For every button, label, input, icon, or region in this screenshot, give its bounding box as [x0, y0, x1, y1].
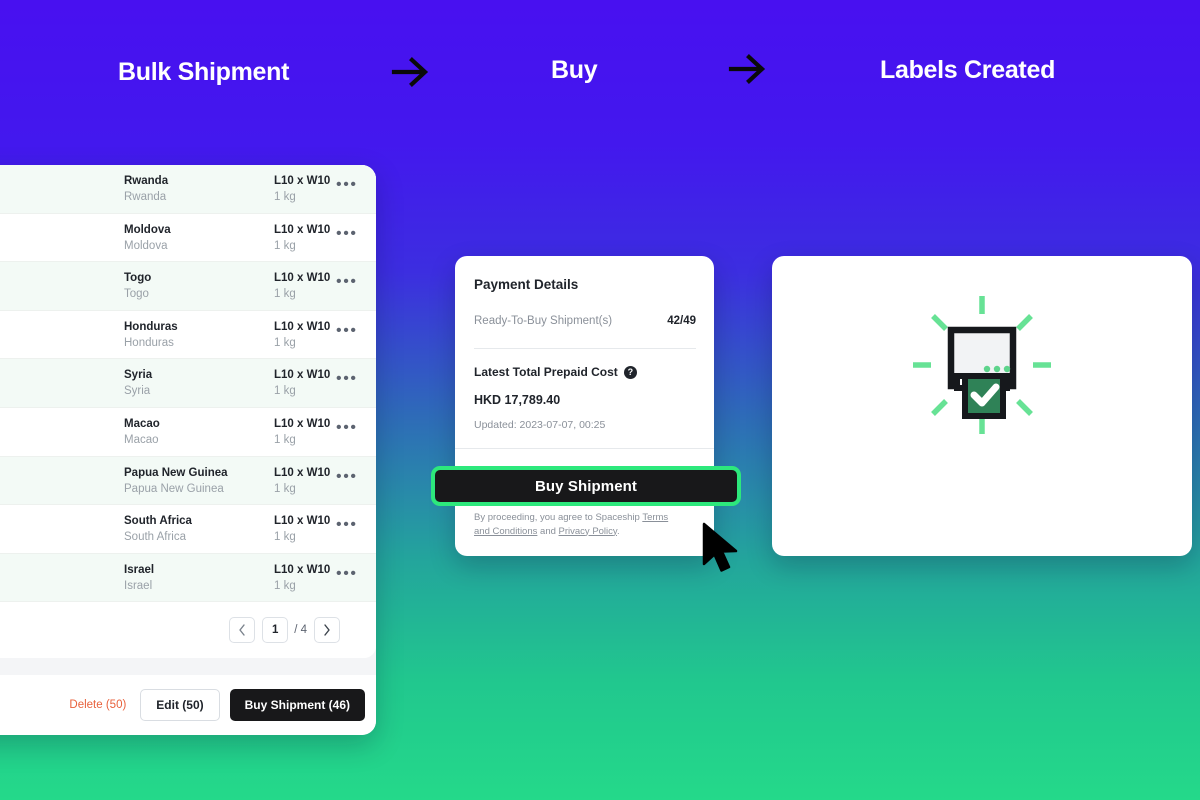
buy-shipment-button[interactable]: Buy Shipment	[431, 466, 741, 506]
edit-button[interactable]: Edit (50)	[140, 689, 220, 721]
row-destination-sub: Syria	[124, 385, 151, 398]
terms-prefix: By proceeding, you agree to Spaceship	[474, 512, 643, 523]
prepaid-cost-label: Latest Total Prepaid Cost	[474, 365, 618, 379]
table-row[interactable]: Rwanda Rwanda L10 x W10 1 kg •••	[0, 165, 376, 214]
row-destination: Moldova Moldova	[124, 222, 264, 254]
prepaid-cost-row: Latest Total Prepaid Cost ?	[474, 365, 637, 379]
terms-suffix: .	[616, 525, 620, 537]
row-overflow-menu-icon[interactable]: •••	[336, 274, 358, 295]
table-row[interactable]: Papua New Guinea Papua New Guinea L10 x W1…	[0, 456, 376, 506]
chevron-left-icon	[239, 624, 245, 636]
row-destination-sub: Moldova	[124, 239, 168, 252]
row-destination-sub: Macao	[124, 433, 159, 446]
step-label-bulk-shipment: Bulk Shipment	[118, 58, 290, 86]
terms-disclaimer: By proceeding, you agree to Spaceship Te…	[474, 511, 684, 538]
payment-details-title: Payment Details	[474, 277, 579, 292]
privacy-policy-link[interactable]: Privacy Policy	[559, 526, 617, 537]
pagination: 1 / 4	[0, 602, 376, 658]
shipment-table-card: Rwanda Rwanda L10 x W10 1 kg ••• Moldova Moldo…	[0, 165, 376, 658]
row-destination: Israel Israel	[124, 562, 264, 594]
table-row[interactable]: Honduras Honduras L10 x W10 1 kg •••	[0, 310, 376, 360]
ready-to-buy-label: Ready-To-Buy Shipment(s)	[474, 315, 613, 327]
row-destination: Papua New Guinea Papua New Guinea	[124, 465, 264, 497]
updated-timestamp: Updated: 2023-07-07, 00:25	[474, 419, 606, 431]
row-overflow-menu-icon[interactable]: •••	[336, 322, 358, 344]
labels-created-card: 21/49 Labels Created Payment successful.…	[772, 256, 1192, 556]
table-row[interactable]: Israel Israel L10 x W10 1 kg •••	[0, 553, 376, 603]
row-destination-main: Togo	[124, 272, 152, 285]
row-overflow-menu-icon[interactable]: •••	[336, 565, 358, 587]
row-destination-main: Israel	[124, 563, 155, 576]
row-destination: South Africa South Africa	[124, 513, 264, 545]
table-row[interactable]: Syria Syria L10 x W10 1 kg •••	[0, 359, 376, 408]
row-destination-main: Macao	[124, 417, 160, 430]
row-overflow-menu-icon[interactable]: •••	[336, 517, 358, 538]
pagination-prev-button[interactable]	[229, 617, 256, 643]
divider	[474, 348, 696, 349]
delete-button[interactable]: Delete (50)	[65, 693, 130, 717]
ready-to-buy-row: Ready-To-Buy Shipment(s) 42/49	[474, 315, 696, 327]
printer-label-success-icon	[772, 290, 1192, 440]
row-overflow-menu-icon[interactable]: •••	[336, 419, 358, 441]
row-destination-sub: Togo	[124, 288, 149, 301]
row-overflow-menu-icon[interactable]: •••	[336, 225, 358, 247]
row-destination-main: Honduras	[124, 320, 178, 333]
row-destination-main: South Africa	[124, 515, 192, 528]
row-destination-sub: Rwanda	[124, 191, 167, 203]
row-destination: Rwanda Rwanda	[124, 173, 264, 205]
pagination-page-input[interactable]: 1	[262, 617, 289, 643]
pagination-total-pages: / 4	[294, 624, 307, 636]
help-icon[interactable]: ?	[623, 365, 637, 379]
row-destination-sub: South Africa	[124, 531, 187, 544]
terms-middle: and	[537, 525, 559, 537]
table-row[interactable]: Moldova Moldova L10 x W10 1 kg •••	[0, 213, 376, 263]
row-destination-main: Moldova	[124, 223, 171, 236]
row-destination-sub: Honduras	[124, 336, 174, 349]
table-row[interactable]: Togo Togo L10 x W10 1 kg •••	[0, 262, 376, 311]
row-destination-sub: Israel	[124, 579, 153, 592]
arrow-right-icon	[390, 55, 432, 89]
chevron-right-icon	[324, 624, 330, 636]
steps-header: Bulk Shipment Buy Labels Created	[0, 0, 1200, 150]
arrow-right-icon	[727, 52, 769, 86]
promo-canvas: Bulk Shipment Buy Labels Created Rwanda R…	[0, 0, 1200, 800]
bulk-panel-footer: Delete (50) Edit (50) Buy Shipment (46)	[0, 675, 376, 735]
step-label-labels-created: Labels Created	[880, 56, 1056, 84]
buy-shipment-button-label: Buy Shipment	[534, 477, 638, 495]
row-destination: Honduras Honduras	[124, 319, 264, 351]
row-destination: Syria Syria	[124, 367, 264, 399]
row-overflow-menu-icon[interactable]: •••	[336, 177, 358, 198]
ready-to-buy-value: 42/49	[667, 315, 696, 327]
row-destination: Togo Togo	[124, 270, 264, 302]
table-row[interactable]: Macao Macao L10 x W10 1 kg •••	[0, 407, 376, 457]
table-row[interactable]: South Africa South Africa L10 x W10 1 kg •••	[0, 505, 376, 554]
prepaid-cost-value: HKD 17,789.40	[474, 393, 561, 407]
row-destination: Macao Macao	[124, 416, 264, 448]
row-destination-main: Papua New Guinea	[124, 466, 228, 479]
row-destination-main: Syria	[124, 369, 153, 382]
row-destination-sub: Papua New Guinea	[124, 482, 224, 495]
row-overflow-menu-icon[interactable]: •••	[336, 468, 358, 490]
step-label-buy: Buy	[551, 56, 598, 84]
shipment-table-body: Rwanda Rwanda L10 x W10 1 kg ••• Moldova Moldo…	[0, 165, 376, 603]
pagination-next-button[interactable]	[314, 617, 340, 643]
buy-shipment-count-button[interactable]: Buy Shipment (46)	[229, 689, 365, 721]
row-destination-main: Rwanda	[124, 175, 169, 187]
payment-details-card: Payment Details Ready-To-Buy Shipment(s)…	[455, 256, 714, 556]
divider	[455, 448, 714, 449]
row-overflow-menu-icon[interactable]: •••	[336, 371, 358, 392]
bulk-shipment-panel: Rwanda Rwanda L10 x W10 1 kg ••• Moldova Moldo…	[0, 165, 376, 735]
